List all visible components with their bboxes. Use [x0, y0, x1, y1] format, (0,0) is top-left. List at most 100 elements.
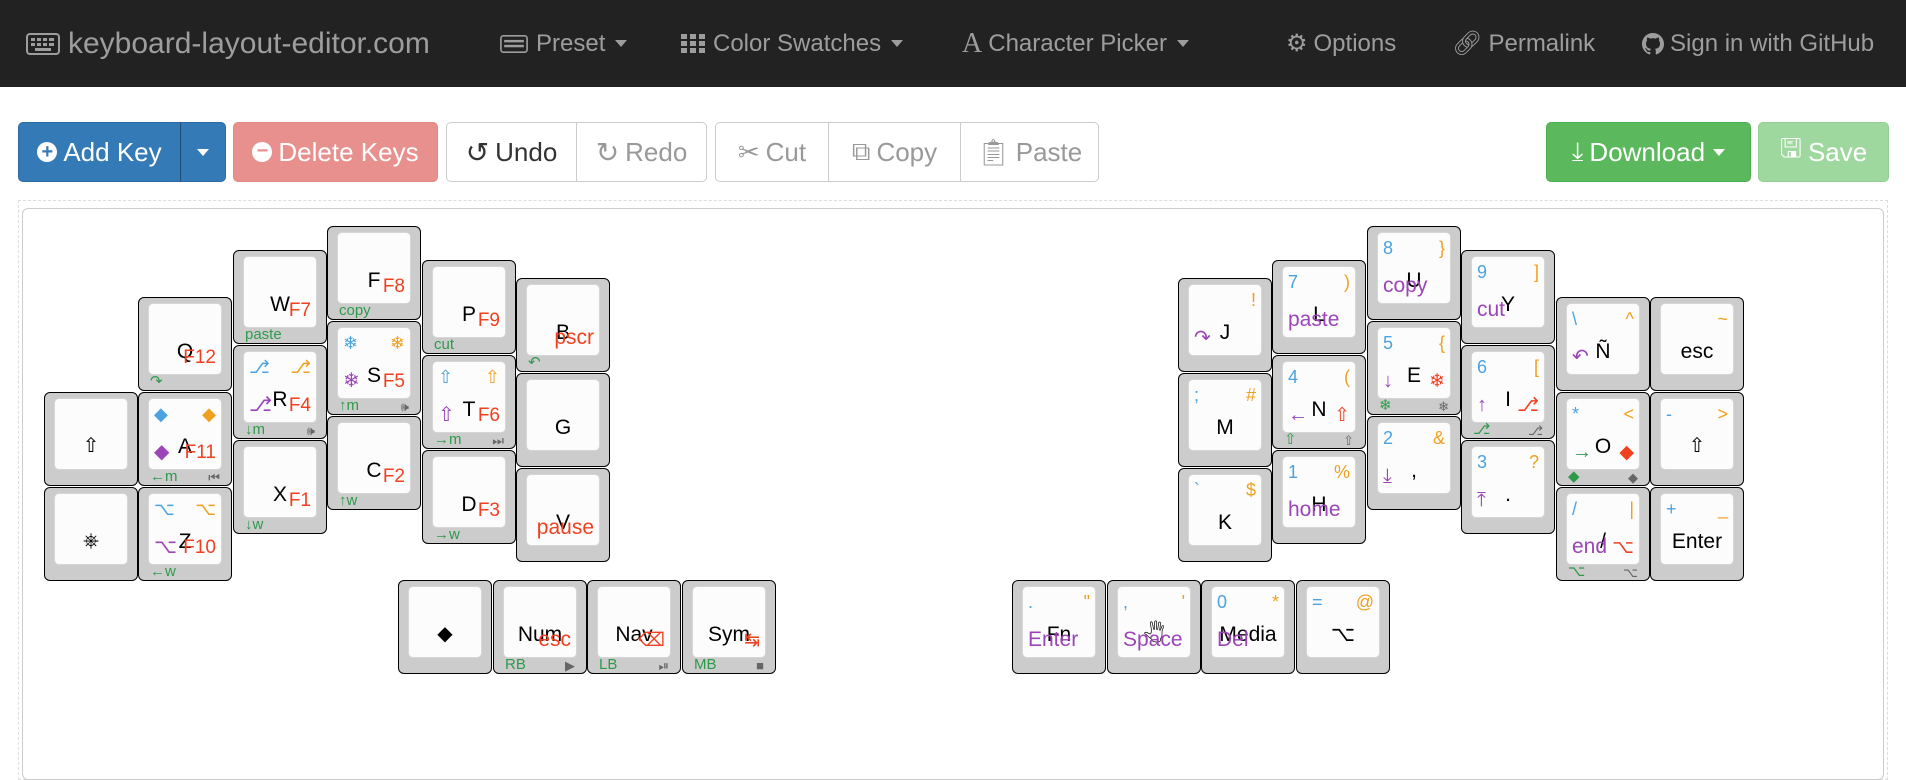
key-diamond[interactable]: ◆ — [398, 580, 492, 674]
key-r[interactable]: R ⎇ ⎇ ⎇ F4 ↓m 🕪 — [233, 345, 327, 439]
keycap: A ◆ ◆ ◆ F11 — [148, 398, 222, 470]
cut-button[interactable]: ✂ Cut — [715, 122, 829, 182]
key-label-br: F7 — [288, 300, 311, 321]
key-label-tr: @ — [1355, 592, 1374, 612]
key-esc[interactable]: esc ~ — [1650, 297, 1744, 391]
color-swatches-menu[interactable]: Color Swatches — [681, 0, 904, 87]
key-s[interactable]: S ❄ ❄ ❄ F5 ↑m 🕪 — [327, 321, 421, 415]
key-e[interactable]: E 5{↓ ❄ ❄ ❄ — [1367, 321, 1461, 415]
key-enter[interactable]: Enter + _ — [1650, 487, 1744, 581]
key-label-fl: copy — [339, 302, 371, 319]
key-p[interactable]: P F9 cut — [422, 260, 516, 354]
permalink-link[interactable]: 🔗︎ Permalink — [1452, 0, 1595, 87]
key-y[interactable]: Y 9] cut — [1461, 250, 1555, 344]
key-slash[interactable]: / / | end ⌥ ⌥ ⌥ — [1556, 487, 1650, 581]
keyboard-icon — [500, 34, 528, 53]
key-l[interactable]: L 7) paste — [1272, 260, 1366, 354]
character-picker-menu[interactable]: A Character Picker — [962, 0, 1189, 87]
key-alt-right[interactable]: ⌥ = @ — [1296, 580, 1390, 674]
key-label-br: ❄ — [1429, 371, 1445, 392]
key-g[interactable]: G — [516, 373, 610, 467]
github-signin-link[interactable]: Sign in with GitHub — [1642, 0, 1874, 87]
add-key-button[interactable]: + Add Key — [18, 122, 181, 182]
key-w[interactable]: W F7 paste — [233, 250, 327, 344]
key-v[interactable]: Vpause — [516, 468, 610, 562]
key-m[interactable]: M; # — [1178, 373, 1272, 467]
key-c[interactable]: C F2 ↑w — [327, 416, 421, 510]
keycap: R ⎇ ⎇ ⎇ F4 — [243, 351, 317, 423]
options-link[interactable]: ⚙ Options — [1286, 0, 1396, 87]
key-x[interactable]: X F1 ↓w — [233, 440, 327, 534]
key-shift-left[interactable]: ⇧ — [44, 392, 138, 486]
brand-link[interactable]: keyboard-layout-editor.com — [26, 0, 430, 87]
key-label-fl: MB — [694, 656, 717, 673]
key-label-tr: $ — [1245, 480, 1256, 500]
key-label-tl: 6 — [1477, 357, 1488, 377]
key-f[interactable]: F F8 copy — [327, 226, 421, 320]
key-comma[interactable]: , 2 & ⤓ — [1367, 416, 1461, 510]
key-label-tr: _ — [1717, 499, 1728, 519]
key-q[interactable]: Q F12 ↷ — [138, 297, 232, 391]
key-k[interactable]: K ` $ — [1178, 468, 1272, 562]
key-label-bl: ◆ — [154, 441, 170, 463]
key-j[interactable]: J! ↷ — [1178, 278, 1272, 372]
key-n[interactable]: N 4(← ⇧ ⇧ ⇧ — [1272, 355, 1366, 449]
delete-keys-button[interactable]: − Delete Keys — [233, 122, 438, 182]
key-label-tl: , — [1123, 592, 1129, 612]
keycap: L 7) paste — [1282, 266, 1356, 338]
key-a[interactable]: A ◆ ◆ ◆ F11 ←m ⏮ — [138, 392, 232, 486]
key-label-bl: ↷ — [1194, 327, 1211, 349]
key-label-tr: < — [1623, 404, 1634, 424]
key-label-fl: ←m — [150, 468, 178, 485]
key-label-tr: " — [1083, 592, 1090, 612]
key-star-left[interactable]: ⎈ — [44, 487, 138, 581]
character-picker-label: Character Picker — [988, 29, 1167, 57]
key-label-bl: Space — [1123, 628, 1183, 651]
undo-button[interactable]: ↺ Undo — [446, 122, 577, 182]
key-label-tr: ~ — [1717, 309, 1728, 329]
key-dot[interactable]: . 3? ⤒ — [1461, 440, 1555, 534]
key-h[interactable]: H 1% home — [1272, 450, 1366, 544]
copy-label: Copy — [876, 136, 938, 167]
key-label-tl: 2 — [1383, 428, 1394, 448]
key-label-tr: | — [1629, 499, 1634, 519]
key-sym[interactable]: Sym ↹ MB ■ — [682, 580, 776, 674]
key-media[interactable]: Media 0 * Del — [1201, 580, 1295, 674]
key-fn[interactable]: Fn. " Enter — [1012, 580, 1106, 674]
redo-button[interactable]: ↻ Redo — [576, 122, 707, 182]
copy-button[interactable]: ⧉ Copy — [828, 122, 961, 182]
chevron-down-icon — [891, 40, 904, 47]
key-label-tl: 1 — [1288, 462, 1299, 482]
key-ntilde[interactable]: Ñ \ ^ ↶ — [1556, 297, 1650, 391]
download-button[interactable]: ⤓ Download — [1546, 122, 1751, 182]
key-label-tr: ! — [1250, 290, 1256, 310]
paste-button[interactable]: 📋︎ Paste — [960, 122, 1099, 182]
add-key-dropdown-button[interactable] — [180, 122, 226, 182]
key-o[interactable]: O * < → ◆ ◆ ◆ — [1556, 392, 1650, 486]
key-label-fl: ↓w — [245, 516, 264, 533]
keycap: H 1% home — [1282, 456, 1356, 528]
key-z[interactable]: Z ⌥ ⌥ ⌥ F10 ←w — [138, 487, 232, 581]
key-label-fr: ◆ — [1628, 470, 1638, 485]
key-label-main: M — [1216, 416, 1234, 439]
key-i[interactable]: I 6[↑ ⎇ ⎇ ⎇ — [1461, 345, 1555, 439]
keycap: ⌥ = @ — [1306, 586, 1380, 658]
key-t[interactable]: T ⇧ ⇧ ⇧ F6 →m ⏭ — [422, 355, 516, 449]
color-swatches-label: Color Swatches — [713, 29, 882, 57]
key-label-br: ◆ — [1619, 442, 1634, 463]
key-u[interactable]: U 8} copy — [1367, 226, 1461, 320]
key-d[interactable]: D F3 →w — [422, 450, 516, 544]
key-b[interactable]: Bpscr ↶ — [516, 278, 610, 372]
key-num[interactable]: Num esc RB ▶ — [493, 580, 587, 674]
key-nav[interactable]: Nav ⌫ LB ⏯ — [587, 580, 681, 674]
key-label-br: F8 — [382, 276, 405, 297]
preset-menu[interactable]: Preset — [500, 0, 628, 87]
save-label: Save — [1807, 136, 1868, 167]
key-label-main: ⇧ — [82, 435, 100, 457]
key-space[interactable]: 🖑, ' Space — [1107, 580, 1201, 674]
key-shift-right[interactable]: ⇧ - > — [1650, 392, 1744, 486]
save-button[interactable]: 🖫 Save — [1758, 122, 1889, 182]
options-label: Options — [1313, 29, 1397, 57]
keycap: J! ↷ — [1188, 284, 1262, 356]
key-label-main: ⌥ — [1330, 623, 1356, 646]
